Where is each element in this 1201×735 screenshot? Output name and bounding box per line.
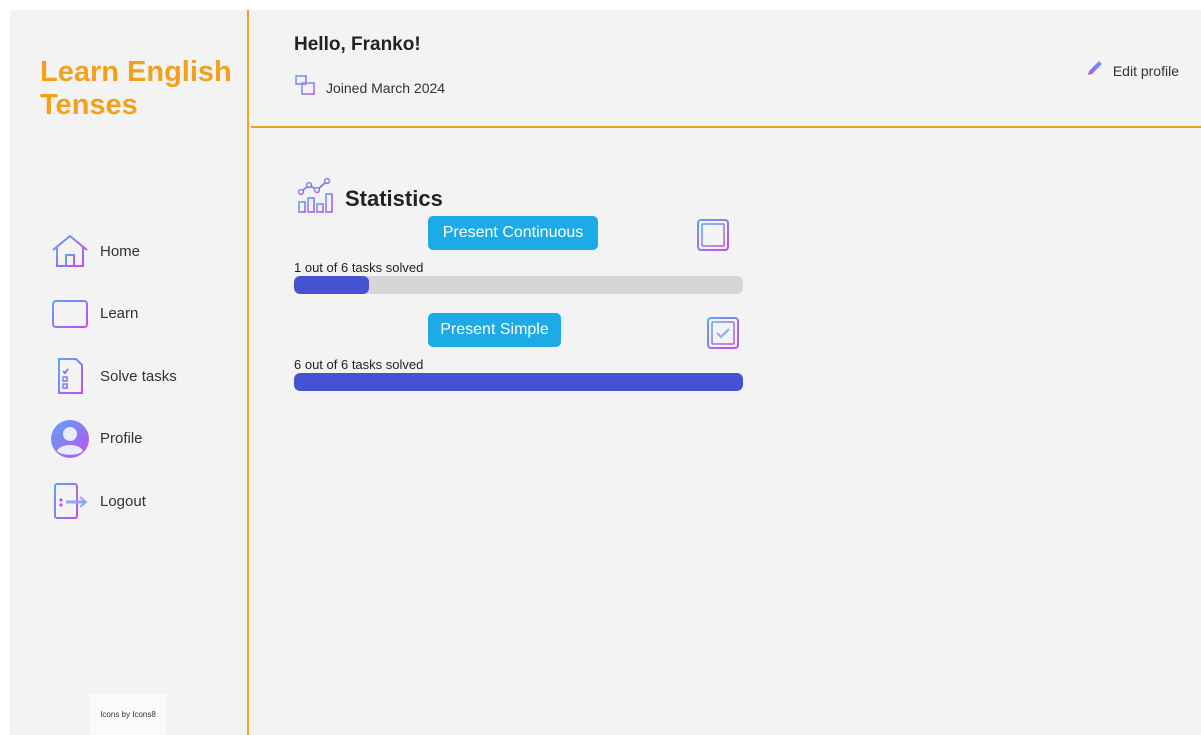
tense-badge-present-continuous[interactable]: Present Continuous xyxy=(428,216,598,250)
calendar-icon xyxy=(294,74,316,101)
sidebar-item-label: Home xyxy=(100,242,141,260)
home-icon xyxy=(48,229,92,273)
sidebar-item-label: Solve tasks xyxy=(100,367,177,385)
book-icon xyxy=(48,292,92,336)
progress-label: 6 out of 6 tasks solved xyxy=(294,357,424,372)
icons-credit-link[interactable]: Icons by Icons8 xyxy=(89,694,167,735)
statistics-header: Statistics xyxy=(297,177,443,219)
sidebar-nav: Home Learn Solve tasks Profile Logout xyxy=(48,220,177,533)
sidebar-item-label: Logout xyxy=(100,492,146,510)
sidebar-item-home[interactable]: Home xyxy=(48,220,177,283)
app-title: Learn English Tenses xyxy=(40,56,232,121)
profile-header: Hello, Franko! Joined March 2024 Edit pr… xyxy=(251,10,1201,128)
sidebar-item-learn[interactable]: Learn xyxy=(48,283,177,346)
logout-door-icon xyxy=(48,479,92,523)
tense-badge-present-simple[interactable]: Present Simple xyxy=(428,313,561,347)
joined-date: Joined March 2024 xyxy=(294,74,445,101)
joined-text: Joined March 2024 xyxy=(326,79,446,96)
progress-label: 1 out of 6 tasks solved xyxy=(294,260,424,275)
sidebar-item-logout[interactable]: Logout xyxy=(48,470,177,533)
progress-fill xyxy=(294,373,743,391)
sidebar: Learn English Tenses Home Learn Solve ta… xyxy=(10,10,249,735)
edit-profile-button[interactable]: Edit profile xyxy=(1085,58,1179,83)
progress-fill xyxy=(294,276,369,294)
statistics-chart-icon xyxy=(297,177,337,219)
progress-bar xyxy=(294,276,743,294)
checked-box-icon xyxy=(706,316,740,350)
user-avatar-icon xyxy=(48,417,92,461)
sidebar-item-profile[interactable]: Profile xyxy=(48,408,177,471)
sidebar-item-label: Learn xyxy=(100,305,139,323)
greeting-title: Hello, Franko! xyxy=(294,34,421,55)
app-window: Learn English Tenses Home Learn Solve ta… xyxy=(10,10,1201,735)
progress-bar xyxy=(294,373,743,391)
edit-profile-label: Edit profile xyxy=(1112,62,1179,79)
unchecked-box-icon xyxy=(696,218,730,252)
sidebar-item-solve-tasks[interactable]: Solve tasks xyxy=(48,345,177,408)
sidebar-item-label: Profile xyxy=(100,430,143,448)
statistics-title: Statistics xyxy=(345,185,443,211)
checklist-icon xyxy=(48,354,92,398)
pencil-icon xyxy=(1085,58,1105,83)
